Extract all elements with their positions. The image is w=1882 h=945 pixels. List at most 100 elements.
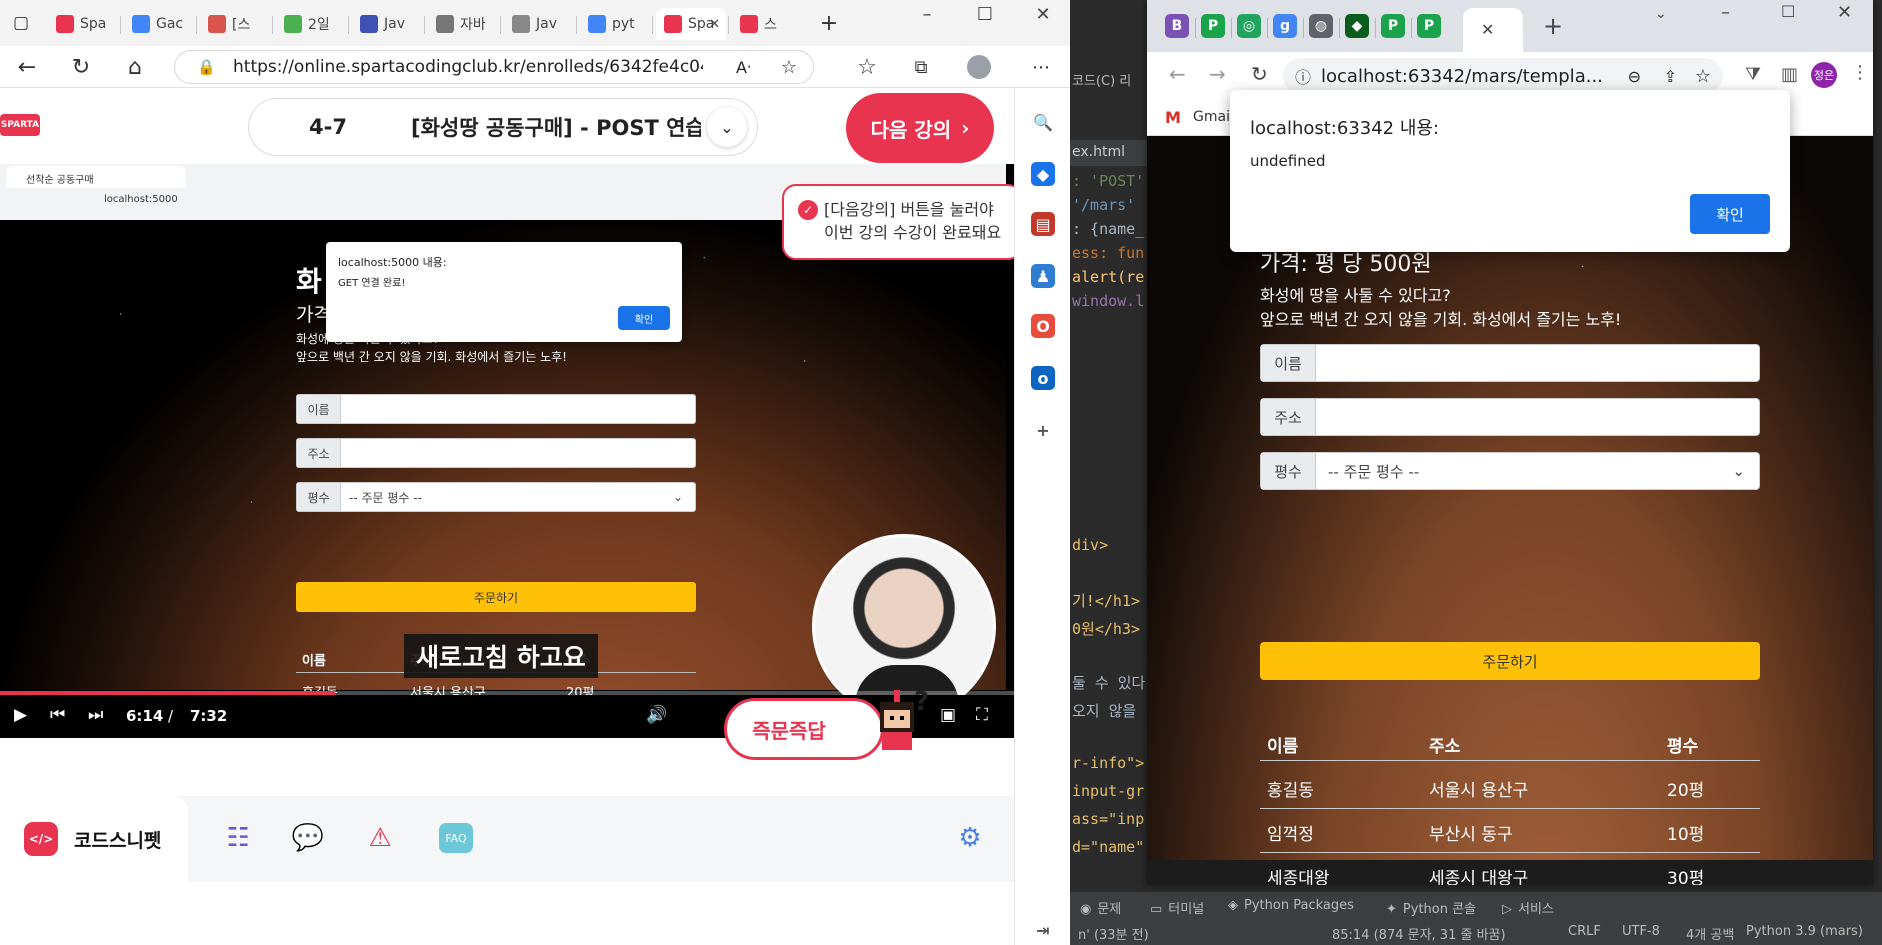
close-tab-icon[interactable]: ✕ <box>1481 20 1494 39</box>
chrome-reload-icon[interactable]: ↻ <box>1251 62 1268 86</box>
tab-search-icon[interactable]: ⌄ <box>1655 6 1667 22</box>
ide-tool-tab[interactable]: ▷ 서비스 <box>1502 898 1554 917</box>
pip-icon[interactable]: ▣ <box>940 705 956 725</box>
next-lesson-button[interactable]: 다음 강의 › <box>846 93 994 163</box>
minimize-button[interactable]: – <box>912 4 942 25</box>
address-input[interactable] <box>1316 399 1759 435</box>
ide-tool-tab[interactable]: ◈ Python Packages <box>1228 898 1354 913</box>
table-divider <box>1260 808 1760 809</box>
fullscreen-icon[interactable]: ⛶ <box>976 705 988 725</box>
sidebar-collapse-icon[interactable]: ⇥ <box>1031 918 1055 942</box>
edge-tab[interactable]: 2일 <box>276 8 338 40</box>
chat-icon[interactable]: 💬 <box>290 820 326 856</box>
warning-icon[interactable]: ⚠ <box>362 820 398 856</box>
chrome-back-icon[interactable]: ← <box>1169 62 1186 86</box>
chrome-alert-ok-button[interactable]: 확인 <box>1690 194 1770 234</box>
share-icon[interactable]: ⇪ <box>1664 67 1677 86</box>
chevron-down-icon[interactable]: ⌄ <box>707 107 747 147</box>
bookmark-gmail[interactable]: Gmai <box>1193 109 1230 125</box>
name-input[interactable] <box>1316 345 1759 381</box>
ide-tool-tab[interactable]: ◉ 문제 <box>1080 898 1121 917</box>
lesson-selector[interactable]: 4-7 [화성땅 공동구매] - POST 연습(주 ⌄ <box>248 98 758 156</box>
tools-icon[interactable]: ▤ <box>1031 212 1055 236</box>
chrome-tab-favicon-icon[interactable]: ◍ <box>1309 14 1333 38</box>
address-bar[interactable]: 🔒 https://online.spartacodingclub.kr/enr… <box>174 50 814 84</box>
tool-tab-icon: ▷ <box>1502 902 1512 917</box>
skip-forward-icon[interactable]: ⏭ <box>88 705 103 725</box>
settings-gear-icon[interactable]: ⚙ <box>952 820 988 856</box>
status-encoding[interactable]: UTF-8 <box>1622 924 1660 939</box>
skip-back-icon[interactable]: ⏮ <box>50 705 65 725</box>
name-field[interactable]: 이름 <box>1260 344 1760 382</box>
add-sidebar-icon[interactable]: + <box>1031 418 1055 442</box>
search-icon[interactable]: 🔍 <box>1031 110 1055 134</box>
play-icon[interactable]: ▶ <box>14 705 27 725</box>
edge-tab[interactable]: Spa <box>48 8 110 40</box>
back-button[interactable]: ← <box>10 50 44 84</box>
edge-tab[interactable]: [스 <box>200 8 262 40</box>
ide-tool-tab[interactable]: ✦ Python 콘솔 <box>1386 898 1476 917</box>
chrome-tab-favicon-icon[interactable]: P <box>1381 14 1405 38</box>
chrome-maximize-button[interactable]: ☐ <box>1781 2 1795 21</box>
favorites-icon[interactable]: ☆ <box>850 50 884 84</box>
edge-tab[interactable]: Spa ✕ <box>656 8 726 40</box>
tab-actions-icon[interactable]: ▢ <box>4 6 38 40</box>
edge-tab[interactable]: pyt <box>580 8 642 40</box>
volume-icon[interactable]: 🔊 <box>646 705 667 725</box>
chrome-menu-icon[interactable]: ⋮ <box>1851 62 1869 83</box>
chrome-tab-favicon-icon[interactable]: ◎ <box>1237 14 1261 38</box>
ide-file-tab[interactable]: ex.html <box>1070 140 1150 166</box>
refresh-button[interactable]: ↻ <box>64 50 98 84</box>
zoom-icon[interactable]: ⊖ <box>1628 67 1641 86</box>
games-icon[interactable]: ♟ <box>1031 264 1055 288</box>
status-eol[interactable]: CRLF <box>1568 924 1601 939</box>
chrome-new-tab-button[interactable]: + <box>1543 12 1563 40</box>
office-icon[interactable]: O <box>1031 314 1055 338</box>
shopping-tag-icon[interactable]: ◆ <box>1031 162 1055 186</box>
chrome-tab-favicon-icon[interactable]: P <box>1417 14 1441 38</box>
status-position[interactable]: 85:14 (874 문자, 31 줄 바꿈) <box>1332 924 1506 943</box>
ide-tool-tab[interactable]: ▭ 터미널 <box>1150 898 1204 917</box>
chrome-forward-icon[interactable]: → <box>1209 62 1226 86</box>
status-interpreter[interactable]: Python 3.9 (mars) <box>1746 924 1863 939</box>
close-tab-icon[interactable]: ✕ <box>709 17 720 32</box>
new-tab-button[interactable]: + <box>812 6 846 40</box>
size-select[interactable]: 평수 -- 주문 평수 -- ⌄ <box>1260 452 1760 490</box>
checklist-icon[interactable]: ☷ <box>220 820 256 856</box>
profile-avatar[interactable] <box>962 50 996 84</box>
edge-tab[interactable]: 스 <box>732 8 794 40</box>
address-field[interactable]: 주소 <box>1260 398 1760 436</box>
edge-tab[interactable]: 자바 <box>428 8 490 40</box>
chrome-tab-favicon-icon[interactable]: ◆ <box>1345 14 1369 38</box>
edge-tab[interactable]: Gac <box>124 8 186 40</box>
order-button[interactable]: 주문하기 <box>1260 642 1760 680</box>
maximize-button[interactable]: ☐ <box>970 4 1000 25</box>
read-aloud-icon[interactable]: Aᐧ <box>736 58 751 77</box>
edge-tab[interactable]: Jav <box>504 8 566 40</box>
side-panel-icon[interactable]: ▥ <box>1781 64 1798 85</box>
chrome-tab-favicon-icon[interactable]: g <box>1273 14 1297 38</box>
chrome-tab-favicon-icon[interactable]: P <box>1201 14 1225 38</box>
extensions-icon[interactable]: ⧩ <box>1745 64 1761 85</box>
add-favorite-icon[interactable]: ☆ <box>781 57 797 78</box>
edge-tab[interactable]: Jav <box>352 8 414 40</box>
site-info-icon[interactable]: ⓘ <box>1295 64 1311 88</box>
chrome-active-tab[interactable]: ✕ <box>1463 8 1523 52</box>
status-indent[interactable]: 4개 공백 <box>1686 924 1734 943</box>
code-snippet-tab[interactable]: </> 코드스니펫 <box>0 796 188 882</box>
chrome-profile-avatar[interactable]: 정은 <box>1811 62 1837 88</box>
close-window-button[interactable]: ✕ <box>1028 4 1058 25</box>
tab-favicon-icon <box>56 15 74 33</box>
chrome-tab-favicon-icon[interactable]: B <box>1165 14 1189 38</box>
chrome-omnibox[interactable]: ⓘ localhost:63342/mars/templa... ⊖ ⇪ ☆ <box>1283 58 1723 94</box>
more-menu-icon[interactable]: ⋯ <box>1024 50 1058 84</box>
faq-icon[interactable]: FAQ <box>438 820 474 856</box>
home-button[interactable]: ⌂ <box>118 50 152 84</box>
outlook-icon[interactable]: o <box>1031 366 1055 390</box>
sparta-logo[interactable]: SPARTA <box>0 114 40 136</box>
chrome-close-button[interactable]: ✕ <box>1837 2 1852 23</box>
chrome-minimize-button[interactable]: – <box>1721 2 1730 23</box>
quick-answer-button[interactable]: 즉문즉답 <box>724 698 884 760</box>
bookmark-star-icon[interactable]: ☆ <box>1695 66 1711 87</box>
collections-icon[interactable]: ⧉ <box>904 50 938 84</box>
